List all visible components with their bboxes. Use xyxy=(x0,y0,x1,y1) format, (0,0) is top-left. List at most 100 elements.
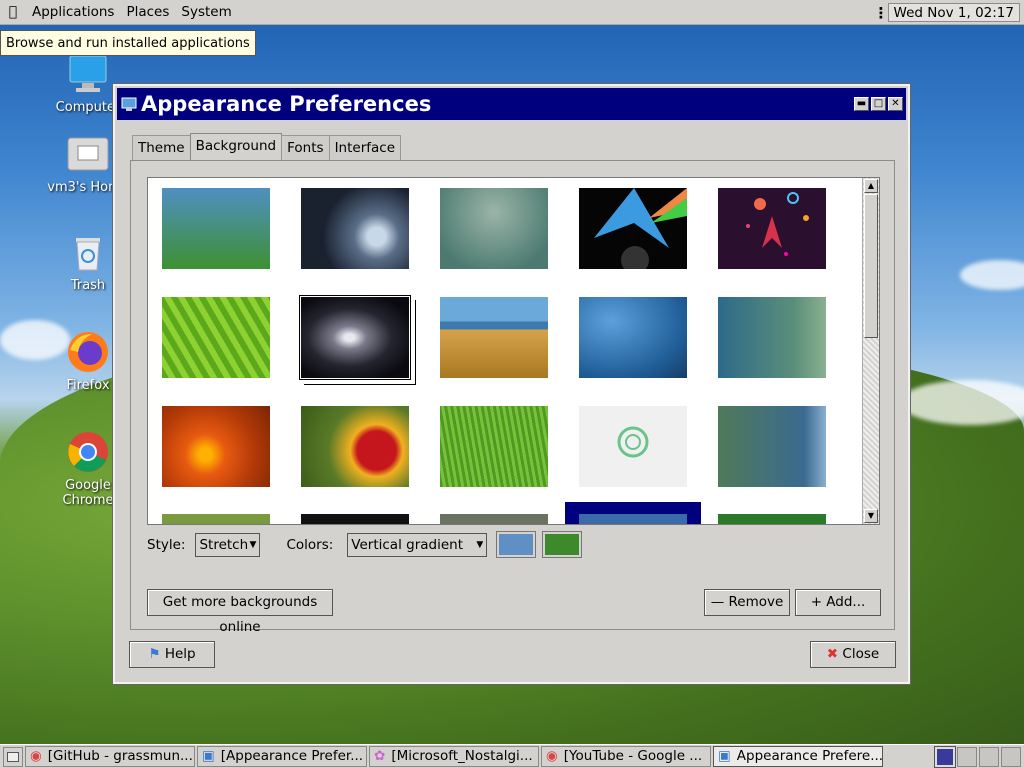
wallpaper-thumbnail[interactable] xyxy=(440,188,548,269)
wallpaper-thumbnail-highlighted[interactable] xyxy=(565,502,701,524)
add-button-label: Add... xyxy=(826,594,866,610)
background-options-row: Style: Stretch ▼ Colors: Vertical gradie… xyxy=(147,531,583,558)
remove-button[interactable]: — Remove xyxy=(704,589,790,616)
system-menu[interactable]: System xyxy=(175,0,237,25)
taskbar-item-label: [Microsoft_Nostalgi... xyxy=(391,748,533,764)
chrome-icon: ◉ xyxy=(30,748,42,764)
wallpaper-thumbnail[interactable] xyxy=(718,297,826,378)
workspace-3[interactable] xyxy=(979,746,999,767)
taskbar-item-appearance-1[interactable]: ▣ [Appearance Prefer... xyxy=(197,746,367,767)
workspace-4[interactable] xyxy=(1001,746,1021,767)
chevron-down-icon: ▼ xyxy=(249,539,257,550)
colors-select-value: Vertical gradient xyxy=(351,536,463,553)
tab-bar: Theme Background Fonts Interface xyxy=(132,133,402,160)
taskbar-item-appearance-active[interactable]: ▣ Appearance Prefere... xyxy=(713,746,883,767)
chevron-down-icon: ▼ xyxy=(476,539,484,550)
tab-background[interactable]: Background xyxy=(189,133,283,160)
taskbar-item-microsoft-nostalgia[interactable]: ✿ [Microsoft_Nostalgi... xyxy=(369,746,539,767)
wallpaper-cloud xyxy=(960,260,1024,290)
close-icon: ✖ xyxy=(826,646,839,662)
style-select[interactable]: Stretch ▼ xyxy=(195,532,261,557)
scroll-up-icon[interactable]: ▲ xyxy=(864,179,878,193)
computer-icon xyxy=(66,52,110,96)
appearance-app-icon xyxy=(121,97,137,111)
minimize-button[interactable]: ▬ xyxy=(854,97,869,111)
get-more-backgrounds-button[interactable]: Get more backgrounds online xyxy=(147,589,333,635)
tab-theme[interactable]: Theme xyxy=(132,135,191,160)
clock[interactable]: Wed Nov 1, 02:17 xyxy=(887,3,1020,22)
plus-icon: + xyxy=(810,594,822,610)
help-icon: ⚑ xyxy=(148,646,161,662)
chrome-icon xyxy=(66,430,110,474)
workspace-switcher xyxy=(933,745,1021,768)
colors-label: Colors: xyxy=(286,536,334,553)
wallpaper-thumbnail[interactable] xyxy=(440,514,548,524)
taskbar-item-label: [YouTube - Google ... xyxy=(563,748,703,764)
tab-interface[interactable]: Interface xyxy=(328,135,402,160)
add-button[interactable]: + Add... xyxy=(795,589,881,616)
workspace-2[interactable] xyxy=(957,746,977,767)
minus-icon: — xyxy=(710,594,725,610)
primary-color-button[interactable] xyxy=(496,531,537,558)
show-desktop-icon[interactable] xyxy=(3,746,23,767)
wallpaper-thumbnail[interactable] xyxy=(301,406,409,487)
workspace-1[interactable] xyxy=(934,745,956,768)
wallpaper-thumbnail[interactable] xyxy=(162,297,270,378)
tooltip: Browse and run installed applications xyxy=(0,30,256,56)
applications-menu[interactable]: Applications xyxy=(26,0,120,25)
window-title: Appearance Preferences xyxy=(141,92,432,116)
wallpaper-thumbnail-selected[interactable] xyxy=(299,295,411,380)
primary-color-swatch xyxy=(499,534,534,555)
taskbar-item-youtube[interactable]: ◉ [YouTube - Google ... xyxy=(541,746,711,767)
image-viewer-icon: ✿ xyxy=(374,748,386,764)
wallpaper-thumbnail[interactable] xyxy=(718,188,826,269)
top-panel:  Applications Places System ⋮ Wed Nov 1… xyxy=(0,0,1024,25)
secondary-color-swatch xyxy=(545,534,580,555)
wallpaper-thumbnail[interactable] xyxy=(162,188,270,269)
scrollbar-thumb[interactable] xyxy=(864,194,878,338)
gallery-scrollbar[interactable]: ▲ ▼ xyxy=(862,178,879,524)
appearance-preferences-window: Appearance Preferences ▬ □ ✕ Theme Backg… xyxy=(112,83,911,685)
apple-menu-icon[interactable]:  xyxy=(0,4,26,20)
wallpaper-thumbnail[interactable] xyxy=(579,188,687,269)
remove-button-label: Remove xyxy=(728,594,784,610)
wallpaper-thumbnail[interactable] xyxy=(579,297,687,378)
home-folder-icon xyxy=(66,132,110,176)
scroll-down-icon[interactable]: ▼ xyxy=(864,509,878,523)
trash-icon xyxy=(66,230,110,274)
wallpaper-thumbnail[interactable] xyxy=(301,514,409,524)
appearance-app-icon: ▣ xyxy=(718,748,731,764)
wallpaper-gallery[interactable]: ▲ ▼ xyxy=(147,177,880,525)
help-button-label: Help xyxy=(164,646,196,662)
taskbar-item-label: [Appearance Prefer... xyxy=(220,748,364,764)
colors-select[interactable]: Vertical gradient ▼ xyxy=(347,532,488,557)
wallpaper-thumbnail[interactable] xyxy=(718,514,826,524)
tab-fonts[interactable]: Fonts xyxy=(281,135,330,160)
taskbar-item-label: [GitHub - grassmun... xyxy=(47,748,193,764)
firefox-icon xyxy=(66,330,110,374)
close-window-button[interactable]: ✕ xyxy=(888,97,903,111)
style-select-value: Stretch xyxy=(199,536,249,553)
secondary-color-button[interactable] xyxy=(542,531,583,558)
close-button[interactable]: ✖ Close xyxy=(810,641,896,668)
wallpaper-thumbnail[interactable] xyxy=(162,406,270,487)
wallpaper-thumbnail[interactable] xyxy=(301,188,409,269)
taskbar: ◉ [GitHub - grassmun... ▣ [Appearance Pr… xyxy=(0,744,1024,768)
panel-handle-icon[interactable]: ⋮ xyxy=(874,4,889,22)
wallpaper-thumbnail[interactable] xyxy=(718,406,826,487)
taskbar-item-github[interactable]: ◉ [GitHub - grassmun... xyxy=(25,746,195,767)
window-titlebar[interactable]: Appearance Preferences ▬ □ ✕ xyxy=(117,88,906,120)
wallpaper-thumbnail[interactable] xyxy=(440,297,548,378)
places-menu[interactable]: Places xyxy=(120,0,175,25)
wallpaper-thumbnail[interactable] xyxy=(440,406,548,487)
wallpaper-thumbnail[interactable] xyxy=(579,406,687,487)
help-button[interactable]: ⚑ Help xyxy=(129,641,215,668)
maximize-button[interactable]: □ xyxy=(871,97,886,111)
style-label: Style: xyxy=(147,536,186,553)
taskbar-item-label: Appearance Prefere... xyxy=(736,748,883,764)
wallpaper-thumbnail[interactable] xyxy=(162,514,270,524)
appearance-app-icon: ▣ xyxy=(202,748,215,764)
chrome-icon: ◉ xyxy=(546,748,558,764)
close-button-label: Close xyxy=(842,646,880,662)
background-tab-panel: ▲ ▼ Style: Stretch ▼ Colors: Vertical gr… xyxy=(130,160,895,635)
